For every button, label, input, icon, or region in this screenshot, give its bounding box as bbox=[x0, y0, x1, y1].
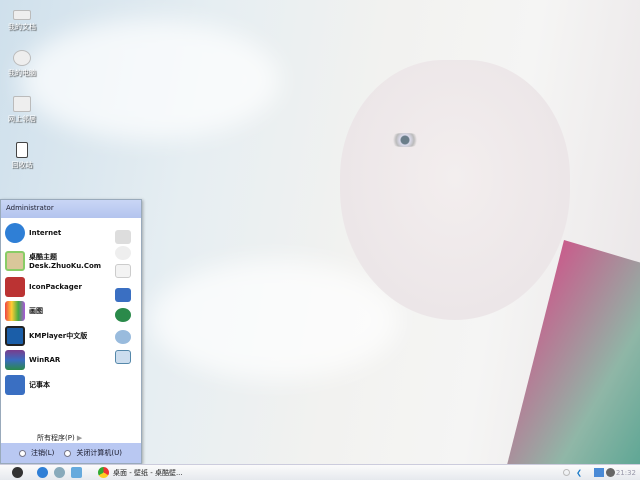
folder-icon bbox=[13, 10, 31, 20]
menu-item-paint[interactable]: 画图 bbox=[5, 300, 43, 322]
notepad-icon bbox=[5, 375, 25, 395]
search-icon[interactable] bbox=[115, 330, 131, 344]
start-menu: Administrator Internet 桌酷主题 Desk.ZhuoKu.C… bbox=[0, 199, 142, 464]
ie-quicklaunch-icon[interactable] bbox=[37, 467, 48, 478]
item-label: 画图 bbox=[29, 307, 43, 315]
volume-tray-icon[interactable] bbox=[606, 468, 615, 477]
menu-item-notepad[interactable]: 记事本 bbox=[5, 374, 50, 396]
chrome-icon bbox=[98, 467, 109, 478]
taskbar-window-button[interactable]: 桌面 - 壁纸 - 桌酷壁... bbox=[98, 467, 183, 478]
item-label: Internet bbox=[29, 229, 62, 237]
wallpaper-face bbox=[340, 60, 570, 320]
control-panel-icon[interactable] bbox=[115, 288, 131, 302]
logoff-icon bbox=[19, 449, 26, 457]
desktop-quicklaunch-icon[interactable] bbox=[71, 467, 82, 478]
tray-arrow-icon[interactable]: ❮ bbox=[576, 469, 582, 477]
logoff-label: 注销(L) bbox=[31, 449, 55, 457]
network-icon bbox=[13, 96, 31, 112]
logoff-button[interactable]: 注销(L) bbox=[19, 448, 54, 458]
item-label: WinRAR bbox=[29, 356, 61, 364]
network-tray-icon[interactable] bbox=[594, 468, 604, 477]
iconpackager-icon bbox=[5, 277, 25, 297]
all-programs-button[interactable]: 所有程序(P) ▶ bbox=[37, 433, 82, 443]
menu-item-internet[interactable]: Internet bbox=[5, 222, 61, 244]
menu-item-winrar[interactable]: WinRAR bbox=[5, 349, 60, 371]
browser-quicklaunch-icon[interactable] bbox=[54, 467, 65, 478]
taskbar: 桌面 - 壁纸 - 桌酷壁... ❮ 21:32 bbox=[0, 464, 640, 480]
item-label: 记事本 bbox=[29, 381, 50, 389]
item-label: IconPackager bbox=[29, 283, 82, 291]
clock[interactable]: 21:32 bbox=[616, 469, 636, 477]
icon-label: 回收站 bbox=[11, 161, 33, 169]
run-icon[interactable] bbox=[115, 350, 131, 364]
user-name: Administrator bbox=[1, 200, 141, 218]
window-title: 桌面 - 壁纸 - 桌酷壁... bbox=[113, 468, 183, 477]
desktop-icon-my-documents[interactable]: 我的文档 bbox=[4, 6, 40, 32]
all-programs-label: 所有程序(P) bbox=[37, 434, 75, 442]
ie-icon bbox=[5, 223, 25, 243]
computer-icon bbox=[13, 50, 31, 66]
shutdown-icon bbox=[64, 449, 72, 457]
network-globe-icon[interactable] bbox=[115, 308, 131, 322]
item-label: KMPlayer中文版 bbox=[29, 332, 88, 340]
desktop-icon-my-computer[interactable]: 我的电脑 bbox=[4, 50, 40, 78]
kmplayer-icon bbox=[5, 326, 25, 346]
network-icon[interactable] bbox=[115, 264, 131, 278]
desktop-icon-recycle-bin[interactable]: 回收站 bbox=[4, 142, 40, 170]
winrar-icon bbox=[5, 350, 25, 370]
menu-item-kmplayer[interactable]: KMPlayer中文版 bbox=[5, 325, 87, 347]
icon-label: 网上邻居 bbox=[8, 115, 36, 123]
tray-circle-icon[interactable] bbox=[563, 469, 570, 476]
shutdown-button[interactable]: 关闭计算机(U) bbox=[64, 448, 122, 458]
item-label: 桌酷主题 bbox=[29, 253, 57, 261]
menu-item-iconpackager[interactable]: IconPackager bbox=[5, 276, 82, 298]
shutdown-label: 关闭计算机(U) bbox=[76, 449, 122, 457]
icon-label: 我的电脑 bbox=[8, 69, 36, 77]
apple-start-button[interactable] bbox=[12, 467, 23, 478]
desktop-icon-network[interactable]: 网上邻居 bbox=[4, 96, 40, 124]
arrow-right-icon: ▶ bbox=[76, 434, 83, 442]
zhuoku-icon bbox=[5, 251, 25, 271]
recycle-bin-icon bbox=[16, 142, 28, 158]
icon-label: 我的文档 bbox=[8, 23, 36, 31]
menu-item-zhuoku[interactable]: 桌酷主题 Desk.ZhuoKu.Com bbox=[5, 250, 101, 272]
my-computer-icon[interactable] bbox=[115, 246, 131, 260]
item-sublabel: Desk.ZhuoKu.Com bbox=[29, 262, 102, 270]
my-documents-icon[interactable] bbox=[115, 230, 131, 244]
paint-icon bbox=[5, 301, 25, 321]
start-menu-footer: 注销(L) 关闭计算机(U) bbox=[1, 443, 141, 463]
